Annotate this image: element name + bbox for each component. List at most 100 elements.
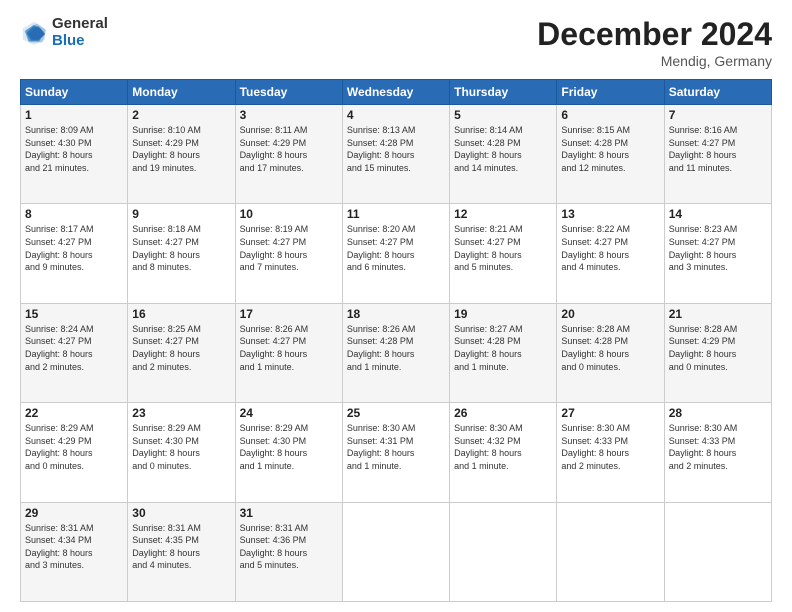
day-number: 3: [240, 108, 338, 122]
calendar-cell: [342, 502, 449, 601]
day-info: Sunrise: 8:28 AMSunset: 4:28 PMDaylight:…: [561, 323, 659, 373]
calendar-cell: 11 Sunrise: 8:20 AMSunset: 4:27 PMDayligh…: [342, 204, 449, 303]
day-info: Sunrise: 8:29 AMSunset: 4:29 PMDaylight:…: [25, 422, 123, 472]
calendar-cell: 10Sunrise: 8:19 AMSunset: 4:27 PMDayligh…: [235, 204, 342, 303]
day-number: 31: [240, 506, 338, 520]
day-info: Sunrise: 8:29 AMSunset: 4:30 PMDaylight:…: [132, 422, 230, 472]
day-info: Sunrise: 8:13 AMSunset: 4:28 PMDaylight:…: [347, 124, 445, 174]
day-info: Sunrise: 8:16 AMSunset: 4:27 PMDaylight:…: [669, 124, 767, 174]
calendar-cell: 1 Sunrise: 8:09 AMSunset: 4:30 PMDaylight…: [21, 105, 128, 204]
day-number: 11: [347, 207, 445, 221]
calendar-cell: 7Sunrise: 8:16 AMSunset: 4:27 PMDaylight…: [664, 105, 771, 204]
day-number: 24: [240, 406, 338, 420]
day-number: 29: [25, 506, 123, 520]
calendar-cell: 31 Sunrise: 8:31 AMSunset: 4:36 PMDayligh…: [235, 502, 342, 601]
day-number: 18: [347, 307, 445, 321]
calendar-cell: [450, 502, 557, 601]
day-info: Sunrise: 8:15 AMSunset: 4:28 PMDaylight:…: [561, 124, 659, 174]
header-row: Sunday Monday Tuesday Wednesday Thursday…: [21, 80, 772, 105]
day-number: 4: [347, 108, 445, 122]
calendar-cell: 26 Sunrise: 8:30 AMSunset: 4:32 PMDayligh…: [450, 403, 557, 502]
calendar-cell: 16 Sunrise: 8:25 AMSunset: 4:27 PMDayligh…: [128, 303, 235, 402]
col-saturday: Saturday: [664, 80, 771, 105]
calendar-cell: 9 Sunrise: 8:18 AMSunset: 4:27 PMDaylight…: [128, 204, 235, 303]
calendar-cell: 18Sunrise: 8:26 AMSunset: 4:28 PMDayligh…: [342, 303, 449, 402]
day-number: 16: [132, 307, 230, 321]
day-number: 2: [132, 108, 230, 122]
day-info: Sunrise: 8:30 AMSunset: 4:32 PMDaylight:…: [454, 422, 552, 472]
logo-icon: [20, 19, 48, 47]
day-number: 28: [669, 406, 767, 420]
day-info: Sunrise: 8:22 AMSunset: 4:27 PMDaylight:…: [561, 223, 659, 273]
calendar-cell: 8 Sunrise: 8:17 AMSunset: 4:27 PMDaylight…: [21, 204, 128, 303]
day-info: Sunrise: 8:31 AMSunset: 4:35 PMDaylight:…: [132, 522, 230, 572]
logo: General Blue: [20, 16, 108, 49]
calendar-cell: 15Sunrise: 8:24 AMSunset: 4:27 PMDayligh…: [21, 303, 128, 402]
calendar-cell: 13 Sunrise: 8:22 AMSunset: 4:27 PMDayligh…: [557, 204, 664, 303]
day-info: Sunrise: 8:17 AMSunset: 4:27 PMDaylight:…: [25, 223, 123, 273]
col-tuesday: Tuesday: [235, 80, 342, 105]
day-number: 13: [561, 207, 659, 221]
day-info: Sunrise: 8:26 AMSunset: 4:27 PMDaylight:…: [240, 323, 338, 373]
calendar-cell: 24Sunrise: 8:29 AMSunset: 4:30 PMDayligh…: [235, 403, 342, 502]
calendar-cell: 4 Sunrise: 8:13 AMSunset: 4:28 PMDaylight…: [342, 105, 449, 204]
calendar-cell: 5Sunrise: 8:14 AMSunset: 4:28 PMDaylight…: [450, 105, 557, 204]
day-number: 14: [669, 207, 767, 221]
calendar-cell: 23 Sunrise: 8:29 AMSunset: 4:30 PMDayligh…: [128, 403, 235, 502]
day-info: Sunrise: 8:30 AMSunset: 4:33 PMDaylight:…: [561, 422, 659, 472]
calendar-cell: 14 Sunrise: 8:23 AMSunset: 4:27 PMDayligh…: [664, 204, 771, 303]
calendar-cell: 21 Sunrise: 8:28 AMSunset: 4:29 PMDayligh…: [664, 303, 771, 402]
day-number: 27: [561, 406, 659, 420]
calendar: Sunday Monday Tuesday Wednesday Thursday…: [20, 79, 772, 602]
day-info: Sunrise: 8:31 AMSunset: 4:36 PMDaylight:…: [240, 522, 338, 572]
logo-text: General Blue: [52, 16, 108, 49]
day-info: Sunrise: 8:11 AMSunset: 4:29 PMDaylight:…: [240, 124, 338, 174]
calendar-cell: 29 Sunrise: 8:31 AMSunset: 4:34 PMDayligh…: [21, 502, 128, 601]
day-number: 17: [240, 307, 338, 321]
week-row-5: 29 Sunrise: 8:31 AMSunset: 4:34 PMDayligh…: [21, 502, 772, 601]
day-info: Sunrise: 8:18 AMSunset: 4:27 PMDaylight:…: [132, 223, 230, 273]
day-number: 9: [132, 207, 230, 221]
day-number: 20: [561, 307, 659, 321]
calendar-cell: [557, 502, 664, 601]
calendar-cell: 28 Sunrise: 8:30 AMSunset: 4:33 PMDayligh…: [664, 403, 771, 502]
day-info: Sunrise: 8:30 AMSunset: 4:31 PMDaylight:…: [347, 422, 445, 472]
day-number: 21: [669, 307, 767, 321]
day-info: Sunrise: 8:23 AMSunset: 4:27 PMDaylight:…: [669, 223, 767, 273]
day-number: 15: [25, 307, 123, 321]
day-number: 5: [454, 108, 552, 122]
day-number: 1: [25, 108, 123, 122]
week-row-2: 8 Sunrise: 8:17 AMSunset: 4:27 PMDaylight…: [21, 204, 772, 303]
calendar-cell: 19Sunrise: 8:27 AMSunset: 4:28 PMDayligh…: [450, 303, 557, 402]
day-number: 6: [561, 108, 659, 122]
day-info: Sunrise: 8:27 AMSunset: 4:28 PMDaylight:…: [454, 323, 552, 373]
page: General Blue December 2024 Mendig, Germa…: [0, 0, 792, 612]
day-info: Sunrise: 8:25 AMSunset: 4:27 PMDaylight:…: [132, 323, 230, 373]
calendar-cell: 30Sunrise: 8:31 AMSunset: 4:35 PMDayligh…: [128, 502, 235, 601]
calendar-cell: 22Sunrise: 8:29 AMSunset: 4:29 PMDayligh…: [21, 403, 128, 502]
day-number: 12: [454, 207, 552, 221]
calendar-cell: 27 Sunrise: 8:30 AMSunset: 4:33 PMDayligh…: [557, 403, 664, 502]
day-info: Sunrise: 8:20 AMSunset: 4:27 PMDaylight:…: [347, 223, 445, 273]
day-number: 23: [132, 406, 230, 420]
day-info: Sunrise: 8:31 AMSunset: 4:34 PMDaylight:…: [25, 522, 123, 572]
day-info: Sunrise: 8:10 AMSunset: 4:29 PMDaylight:…: [132, 124, 230, 174]
day-number: 25: [347, 406, 445, 420]
week-row-4: 22Sunrise: 8:29 AMSunset: 4:29 PMDayligh…: [21, 403, 772, 502]
day-info: Sunrise: 8:09 AMSunset: 4:30 PMDaylight:…: [25, 124, 123, 174]
col-sunday: Sunday: [21, 80, 128, 105]
day-info: Sunrise: 8:28 AMSunset: 4:29 PMDaylight:…: [669, 323, 767, 373]
logo-line1: General: [52, 16, 108, 33]
header: General Blue December 2024 Mendig, Germa…: [20, 16, 772, 69]
week-row-3: 15Sunrise: 8:24 AMSunset: 4:27 PMDayligh…: [21, 303, 772, 402]
col-monday: Monday: [128, 80, 235, 105]
col-thursday: Thursday: [450, 80, 557, 105]
calendar-cell: [664, 502, 771, 601]
calendar-cell: 25 Sunrise: 8:30 AMSunset: 4:31 PMDayligh…: [342, 403, 449, 502]
day-number: 10: [240, 207, 338, 221]
day-number: 26: [454, 406, 552, 420]
day-info: Sunrise: 8:21 AMSunset: 4:27 PMDaylight:…: [454, 223, 552, 273]
day-number: 8: [25, 207, 123, 221]
day-info: Sunrise: 8:30 AMSunset: 4:33 PMDaylight:…: [669, 422, 767, 472]
week-row-1: 1 Sunrise: 8:09 AMSunset: 4:30 PMDaylight…: [21, 105, 772, 204]
